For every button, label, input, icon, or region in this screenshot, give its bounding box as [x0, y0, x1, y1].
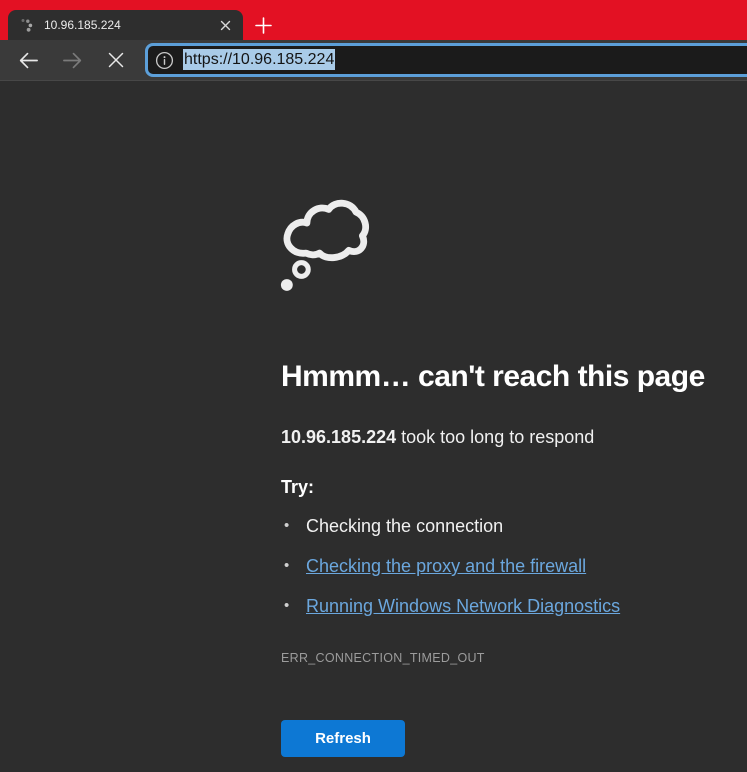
refresh-button[interactable]: Refresh — [281, 720, 405, 757]
back-button[interactable] — [14, 46, 42, 74]
network-diagnostics-link[interactable]: Running Windows Network Diagnostics — [306, 596, 620, 616]
suggestion-list: Checking the connection Checking the pro… — [281, 515, 731, 617]
address-bar[interactable]: https://10.96.185.224 — [145, 43, 747, 77]
arrow-left-icon — [17, 49, 40, 72]
suggestion-text: Checking the connection — [306, 516, 503, 536]
tab-strip: 10.96.185.224 — [0, 0, 747, 40]
browser-tab[interactable]: 10.96.185.224 — [8, 10, 243, 40]
host-name: 10.96.185.224 — [281, 427, 396, 447]
list-item: Running Windows Network Diagnostics — [281, 595, 731, 617]
tab-title: 10.96.185.224 — [44, 18, 121, 32]
try-label: Try: — [281, 476, 731, 498]
navigation-toolbar: https://10.96.185.224 — [0, 40, 747, 81]
new-tab-button[interactable] — [250, 12, 276, 38]
plus-icon — [254, 16, 273, 35]
url-input[interactable]: https://10.96.185.224 — [183, 51, 335, 69]
error-code: ERR_CONNECTION_TIMED_OUT — [281, 650, 731, 666]
tab-close-icon[interactable] — [214, 14, 236, 36]
forward-button[interactable] — [58, 46, 86, 74]
proxy-firewall-link[interactable]: Checking the proxy and the firewall — [306, 556, 586, 576]
loading-spinner-icon — [17, 16, 35, 34]
url-selected-text: https://10.96.185.224 — [183, 49, 335, 70]
thought-bubble-icon — [278, 193, 374, 295]
browser-window: 10.96.185.224 — [0, 0, 747, 772]
close-x-icon — [107, 51, 125, 69]
page-subtitle: 10.96.185.224 took too long to respond — [281, 426, 731, 448]
list-item: Checking the proxy and the firewall — [281, 555, 731, 577]
error-page: Hmmm… can't reach this page 10.96.185.22… — [0, 81, 747, 771]
page-title: Hmmm… can't reach this page — [281, 357, 731, 397]
subtitle-text: took too long to respond — [396, 427, 594, 447]
arrow-right-icon — [61, 49, 84, 72]
error-content: Hmmm… can't reach this page 10.96.185.22… — [281, 81, 731, 757]
stop-button[interactable] — [102, 46, 130, 74]
list-item: Checking the connection — [281, 515, 731, 537]
info-circle-icon[interactable] — [155, 51, 174, 70]
